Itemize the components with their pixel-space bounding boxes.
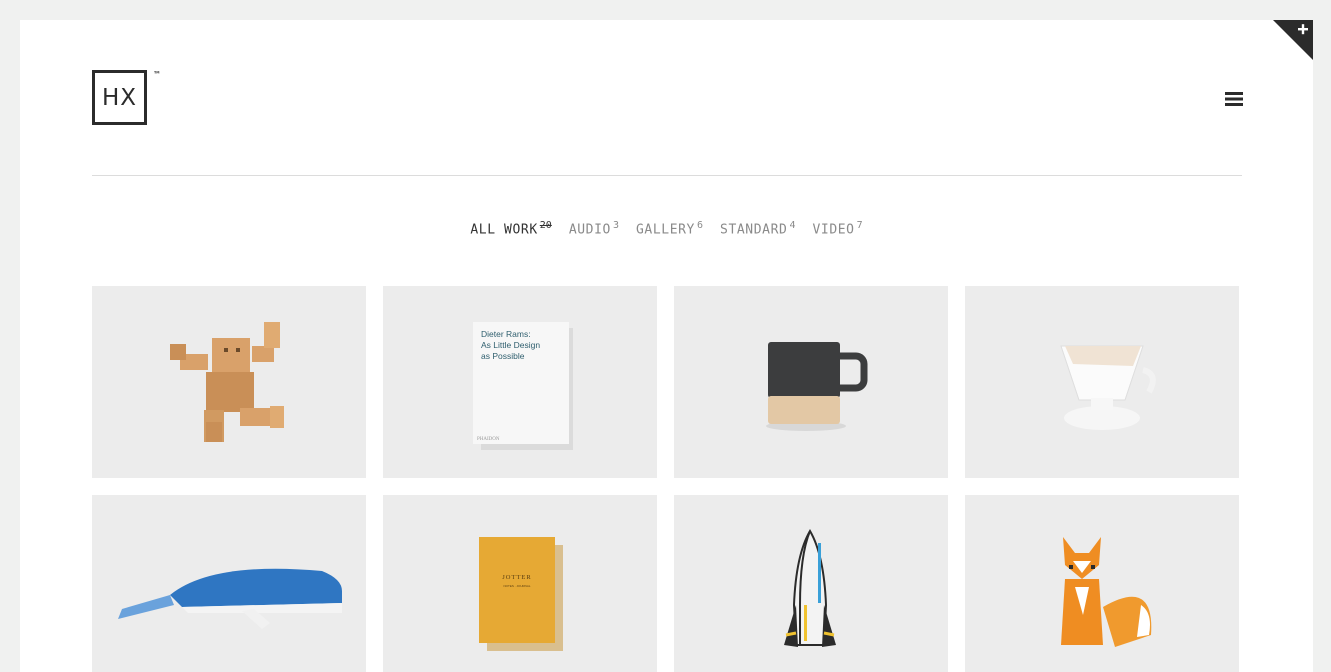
filter-count: 20 <box>539 220 552 231</box>
portfolio-item-paper-fox[interactable] <box>965 495 1239 672</box>
book-title-line: as Possible <box>481 351 525 361</box>
portfolio-item-book[interactable]: Dieter Rams: As Little Design as Possibl… <box>383 286 657 478</box>
coffee-dripper-image <box>1060 345 1156 430</box>
filter-count: 3 <box>612 220 619 231</box>
notebook-title: JOTTER <box>502 574 531 581</box>
filter-standard[interactable]: STANDARD 4 <box>720 220 795 237</box>
notebook-image: JOTTER NOTES · JOURNAL <box>479 537 563 651</box>
filter-label: GALLERY <box>635 222 695 238</box>
portfolio-item-paper-rocket[interactable] <box>674 495 948 672</box>
portfolio-item-coffee-dripper[interactable] <box>965 286 1239 478</box>
filter-gallery[interactable]: GALLERY 6 <box>636 220 703 237</box>
filter-label: VIDEO <box>812 222 855 238</box>
filter-label: STANDARD <box>720 222 788 238</box>
filter-video[interactable]: VIDEO 7 <box>812 220 862 237</box>
page-container: HX ™ ALL WORK 20 AUDIO 3 GALLERY 6 STANDARD… <box>20 20 1313 672</box>
coffee-mug-image <box>766 342 868 431</box>
book-title-line: As Little Design <box>481 340 540 350</box>
filter-label: AUDIO <box>568 222 611 238</box>
portfolio-filter-bar: ALL WORK 20 AUDIO 3 GALLERY 6 STANDARD 4 VID… <box>20 220 1313 237</box>
book-publisher: PHAIDON <box>477 437 500 442</box>
filter-audio[interactable]: AUDIO 3 <box>569 220 619 237</box>
filter-count: 7 <box>856 220 863 231</box>
filter-count: 6 <box>696 220 704 231</box>
book-title-line: Dieter Rams: <box>481 329 531 339</box>
portfolio-item-coffee-mug[interactable] <box>674 286 948 478</box>
trademark-symbol: ™ <box>153 70 161 79</box>
book-image: Dieter Rams: As Little Design as Possibl… <box>473 322 573 450</box>
wooden-robot-image <box>170 322 284 442</box>
corner-plus-icon[interactable] <box>1273 20 1313 60</box>
portfolio-item-notebook[interactable]: JOTTER NOTES · JOURNAL <box>383 495 657 672</box>
portfolio-item-paper-whale[interactable] <box>92 495 366 672</box>
header-divider <box>92 175 1242 176</box>
filter-label: ALL WORK <box>470 222 538 238</box>
paper-whale-image <box>118 568 342 629</box>
filter-count: 4 <box>789 220 796 231</box>
site-logo[interactable]: HX <box>92 70 147 125</box>
hamburger-menu-icon[interactable] <box>1225 91 1243 107</box>
filter-all-work[interactable]: ALL WORK 20 <box>470 220 551 237</box>
portfolio-grid: Dieter Rams: As Little Design as Possibl… <box>92 286 1239 672</box>
logo-text: HX <box>101 84 138 111</box>
notebook-subtitle: NOTES · JOURNAL <box>503 584 530 588</box>
portfolio-item-wooden-robot[interactable] <box>92 286 366 478</box>
paper-fox-image <box>1061 537 1152 647</box>
paper-rocket-image <box>784 529 836 647</box>
